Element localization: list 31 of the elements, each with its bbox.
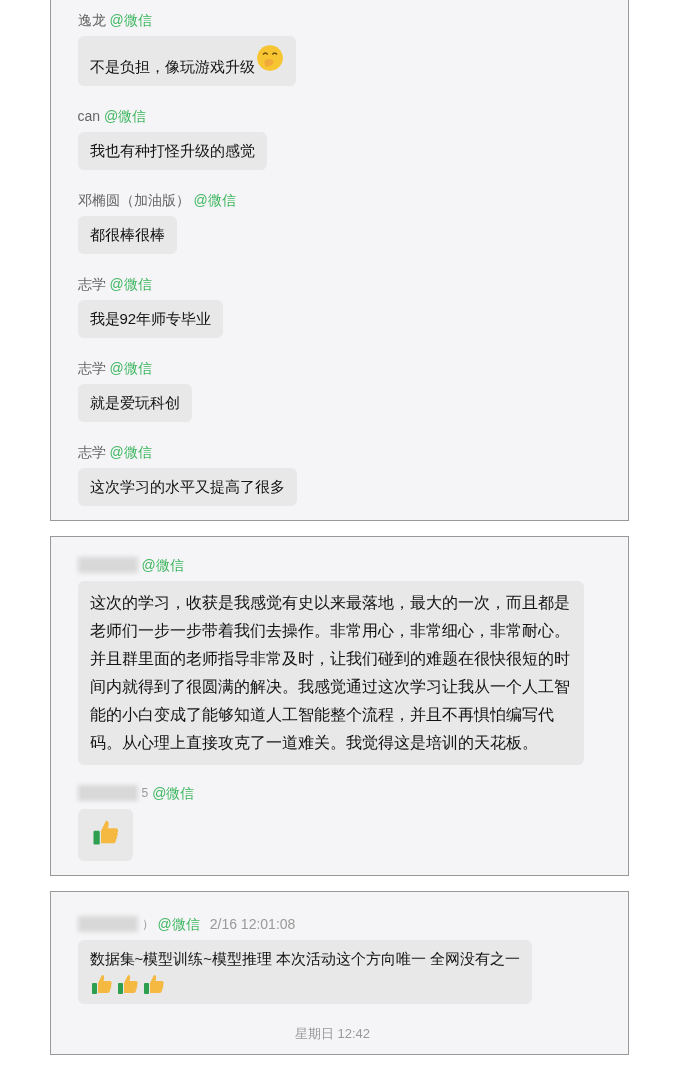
thumbs-up-icon [89,972,114,996]
sender-name: 逸龙 [77,10,106,30]
sender-name: 5 [141,785,149,802]
app-label: @微信 [141,555,184,575]
message-time: 2/16 12:01:08 [209,914,296,934]
app-label: @微信 [193,190,236,210]
thumbs-up-icon [141,972,166,996]
thumbs-up-icon [115,972,140,996]
message-bubble: 这次学习的水平又提高了很多 [77,468,297,506]
date-divider: 星期日 12:42 [294,1025,371,1043]
app-label: @微信 [152,783,195,803]
app-label: @微信 [109,10,152,30]
app-label: @微信 [109,442,152,462]
message-bubble: 都很棒很棒 [77,216,177,254]
app-label: @微信 [109,274,152,294]
sender-name: 志学 [77,442,106,462]
sender-name: can [77,106,101,126]
sender-name: 志学 [77,274,106,294]
message-bubble: 我也有种打怪升级的感觉 [77,132,267,170]
sender-name: 志学 [77,358,106,378]
message-bubble: 我是92年师专毕业 [77,300,224,338]
message-bubble: 这次的学习，收获是我感觉有史以来最落地，最大的一次，而且都是老师们一步一步带着我们去操作。非常用心，非常细心，非常耐心。并且群里面的老师指导非常及时，让我们碰到的难题在很快很短的时间内就得到了很圆满的解决。我感觉通过这次学习让我从一个人工智能的小白变成了能够知道人工智能整个流程，并且不再惧怕编写代码。从心理上直接攻克了一道难关。我觉得这是培训的天花板。 [77,581,584,765]
app-label: @微信 [104,106,147,126]
message-bubble: 不是负担，像玩游戏升级 [77,36,296,86]
smiling-face-icon [255,44,284,72]
app-label: @微信 [157,914,200,934]
message-bubble: 数据集~模型训练~模型推理 本次活动这个方向唯一 全网没有之一 [77,940,533,1004]
message-bubble: 就是爱玩科创 [77,384,192,422]
sender-name: ） [141,916,154,933]
app-label: @微信 [109,358,152,378]
sender-name: 邓椭圆（加油版） [77,190,190,210]
